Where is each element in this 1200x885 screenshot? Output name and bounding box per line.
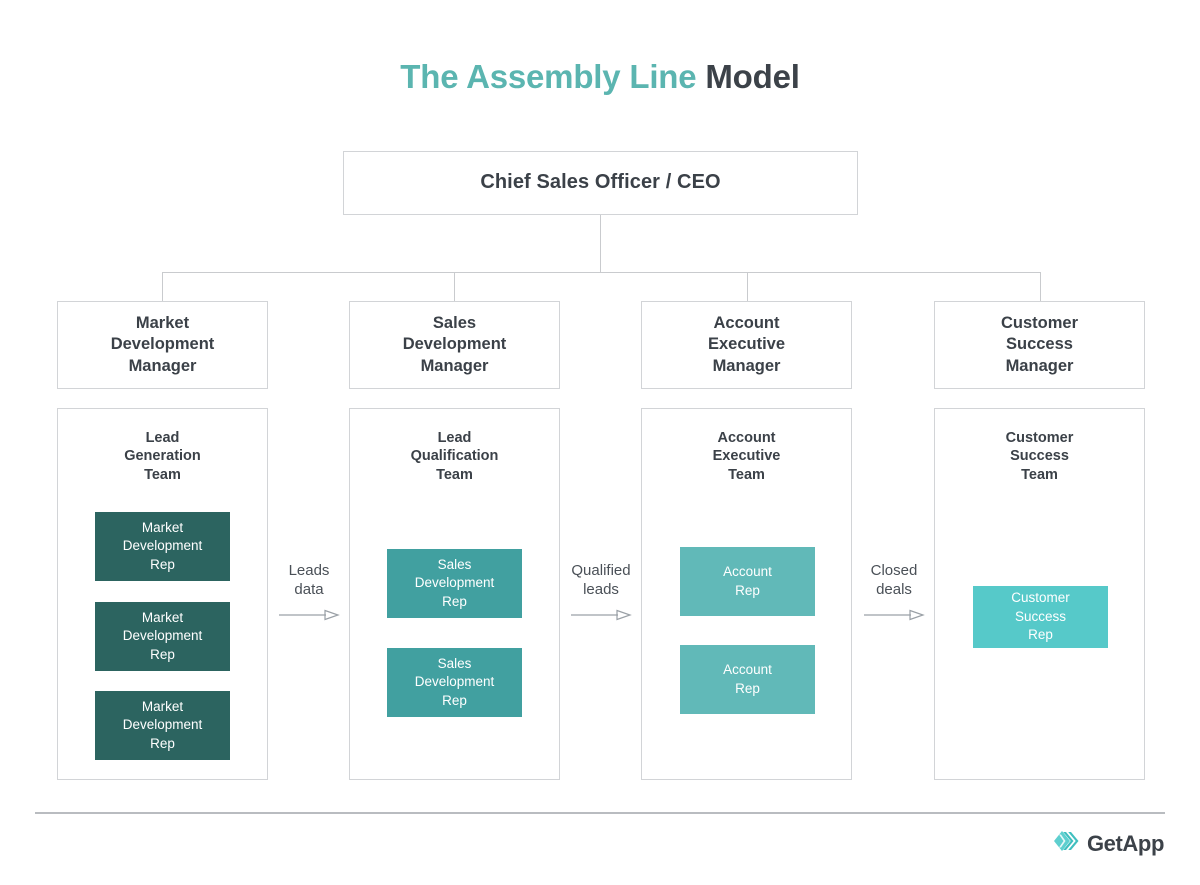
rep-label: Market Development Rep bbox=[122, 698, 203, 751]
flow-label: Qualified leads bbox=[571, 562, 631, 598]
executive-label: Chief Sales Officer / CEO bbox=[480, 171, 721, 194]
team-title: Account Executive Team bbox=[712, 430, 781, 483]
rep-card: Customer Success Rep bbox=[973, 586, 1108, 648]
rep-label: Account Rep bbox=[723, 563, 772, 598]
arrow-right-icon bbox=[556, 608, 646, 626]
manager-node-sales-development: Sales Development Manager bbox=[349, 301, 560, 389]
manager-label: Account Executive Manager bbox=[707, 314, 786, 375]
rep-card: Account Rep bbox=[680, 645, 815, 714]
rep-card: Market Development Rep bbox=[95, 512, 230, 581]
rep-label: Market Development Rep bbox=[122, 519, 203, 572]
connector-drop-2 bbox=[454, 272, 455, 301]
rep-label: Customer Success Rep bbox=[1011, 590, 1070, 643]
connector-bus bbox=[162, 272, 1041, 273]
flow-label: Closed deals bbox=[870, 562, 918, 598]
manager-label: Sales Development Manager bbox=[402, 314, 507, 375]
rep-label: Sales Development Rep bbox=[414, 556, 495, 609]
rep-label: Market Development Rep bbox=[122, 609, 203, 662]
getapp-chevron-icon bbox=[1052, 829, 1082, 858]
footer-divider bbox=[35, 812, 1165, 814]
page-title: The Assembly Line Model bbox=[0, 58, 1200, 96]
rep-label: Sales Development Rep bbox=[414, 655, 495, 708]
manager-label: Customer Success Manager bbox=[1000, 314, 1078, 375]
page-title-plain: Model bbox=[705, 58, 800, 95]
team-title: Customer Success Team bbox=[1005, 430, 1074, 483]
page-title-accent: The Assembly Line bbox=[400, 58, 697, 95]
getapp-wordmark: GetApp bbox=[1086, 830, 1164, 856]
connector-ceo-stem bbox=[600, 215, 601, 273]
flow-qualified-leads: Qualified leads bbox=[556, 562, 646, 626]
arrow-right-icon bbox=[849, 608, 939, 626]
team-title: Lead Qualification Team bbox=[410, 430, 499, 483]
flow-leads-data: Leads data bbox=[264, 562, 354, 626]
manager-node-customer-success: Customer Success Manager bbox=[934, 301, 1145, 389]
manager-node-market-development: Market Development Manager bbox=[57, 301, 268, 389]
rep-card: Market Development Rep bbox=[95, 691, 230, 760]
rep-card: Market Development Rep bbox=[95, 602, 230, 671]
connector-drop-3 bbox=[747, 272, 748, 301]
connector-drop-1 bbox=[162, 272, 163, 301]
rep-card: Account Rep bbox=[680, 547, 815, 616]
getapp-logo: GetApp bbox=[1052, 829, 1164, 858]
rep-card: Sales Development Rep bbox=[387, 648, 522, 717]
arrow-right-icon bbox=[264, 608, 354, 626]
manager-node-account-executive: Account Executive Manager bbox=[641, 301, 852, 389]
flow-closed-deals: Closed deals bbox=[849, 562, 939, 626]
flow-label: Leads data bbox=[288, 562, 330, 598]
connector-drop-4 bbox=[1040, 272, 1041, 301]
rep-card: Sales Development Rep bbox=[387, 549, 522, 618]
manager-label: Market Development Manager bbox=[110, 314, 215, 375]
team-title: Lead Generation Team bbox=[124, 430, 201, 483]
rep-label: Account Rep bbox=[723, 661, 772, 696]
executive-node: Chief Sales Officer / CEO bbox=[343, 151, 858, 215]
